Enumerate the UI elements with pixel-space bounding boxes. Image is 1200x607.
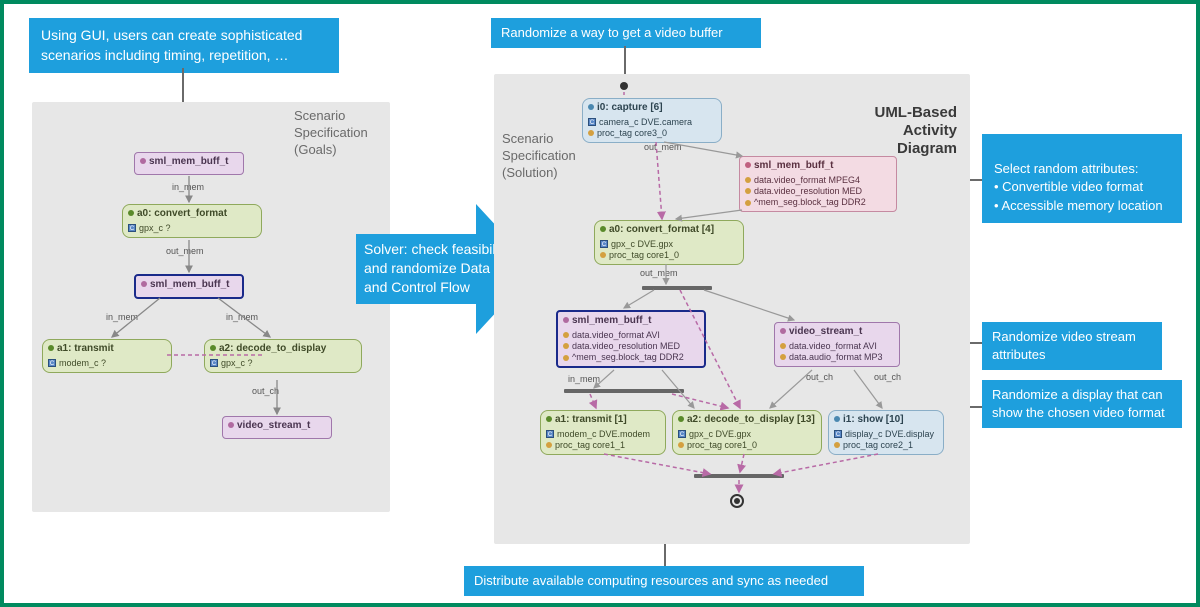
- leader-gui: [182, 68, 184, 102]
- fork-bar-2-icon: [564, 389, 684, 393]
- join-bar-icon: [694, 474, 784, 478]
- left-edge-in1: in_mem: [172, 182, 204, 192]
- right-convert: a0: convert_format [4] Cgpx_c DVE.gpx pr…: [594, 220, 744, 265]
- right-capture: i0: capture [6] Ccamera_c DVE.camera pro…: [582, 98, 722, 143]
- left-transmit: a1: transmit Cmodem_c ?: [42, 339, 172, 373]
- callout-bottom-text: Distribute available computing resources…: [474, 573, 828, 588]
- fork-bar-1-icon: [642, 286, 712, 290]
- left-buf1: sml_mem_buff_t: [134, 274, 244, 299]
- left-buf0: sml_mem_buff_t: [134, 152, 244, 175]
- diagram-frame: { "callouts": { "gui": "Using GUI, users…: [0, 0, 1200, 607]
- leader-bottom: [664, 544, 666, 566]
- goals-label: Scenario Specification (Goals): [294, 108, 384, 159]
- callout-top: Randomize a way to get a video buffer: [491, 18, 761, 48]
- left-edge-outc: out_ch: [252, 386, 279, 396]
- r-edge-outc2: out_ch: [874, 372, 901, 382]
- solution-label: Scenario Specification (Solution): [502, 114, 592, 182]
- right-show: i1: show [10] Cdisplay_c DVE.display pro…: [828, 410, 944, 455]
- callout-stream-text: Randomize video stream attributes: [992, 329, 1136, 362]
- r-edge-out2: out_mem: [640, 268, 678, 278]
- left-vstream: video_stream_t: [222, 416, 332, 439]
- left-edge-in2b: in_mem: [226, 312, 258, 322]
- callout-gui: Using GUI, users can create sophisticate…: [29, 18, 339, 73]
- callout-attrs-text: Select random attributes: • Convertible …: [994, 161, 1163, 212]
- callout-stream: Randomize video stream attributes: [982, 322, 1162, 370]
- left-convert: a0: convert_format Cgpx_c ?: [122, 204, 262, 238]
- callout-disp-text: Randomize a display that can show the ch…: [992, 387, 1165, 420]
- right-buf1: sml_mem_buff_t data.video_format MPEG4 d…: [739, 156, 897, 212]
- initial-node-icon: [620, 82, 628, 90]
- leader-top: [624, 46, 626, 74]
- uml-label: UML-Based Activity Diagram: [842, 104, 957, 158]
- callout-disp: Randomize a display that can show the ch…: [982, 380, 1182, 428]
- callout-bottom: Distribute available computing resources…: [464, 566, 864, 596]
- r-edge-out1: out_mem: [644, 142, 682, 152]
- callout-attrs: Select random attributes: • Convertible …: [982, 134, 1182, 223]
- right-decode: a2: decode_to_display [13] Cgpx_c DVE.gp…: [672, 410, 822, 455]
- right-transmit: a1: transmit [1] Cmodem_c DVE.modem proc…: [540, 410, 666, 455]
- solver-arrow-text: Solver: check feasibility and randomize …: [364, 240, 514, 297]
- right-buf2: sml_mem_buff_t data.video_format AVI dat…: [556, 310, 706, 368]
- left-edge-in2a: in_mem: [106, 312, 138, 322]
- r-edge-in: in_mem: [568, 374, 600, 384]
- right-vstream: video_stream_t data.video_format AVI dat…: [774, 322, 900, 367]
- final-node-icon: [730, 494, 744, 508]
- left-edge-out1: out_mem: [166, 246, 204, 256]
- callout-top-text: Randomize a way to get a video buffer: [501, 25, 723, 40]
- left-decode: a2: decode_to_display Cgpx_c ?: [204, 339, 362, 373]
- callout-gui-text: Using GUI, users can create sophisticate…: [41, 27, 302, 63]
- r-edge-outc1: out_ch: [806, 372, 833, 382]
